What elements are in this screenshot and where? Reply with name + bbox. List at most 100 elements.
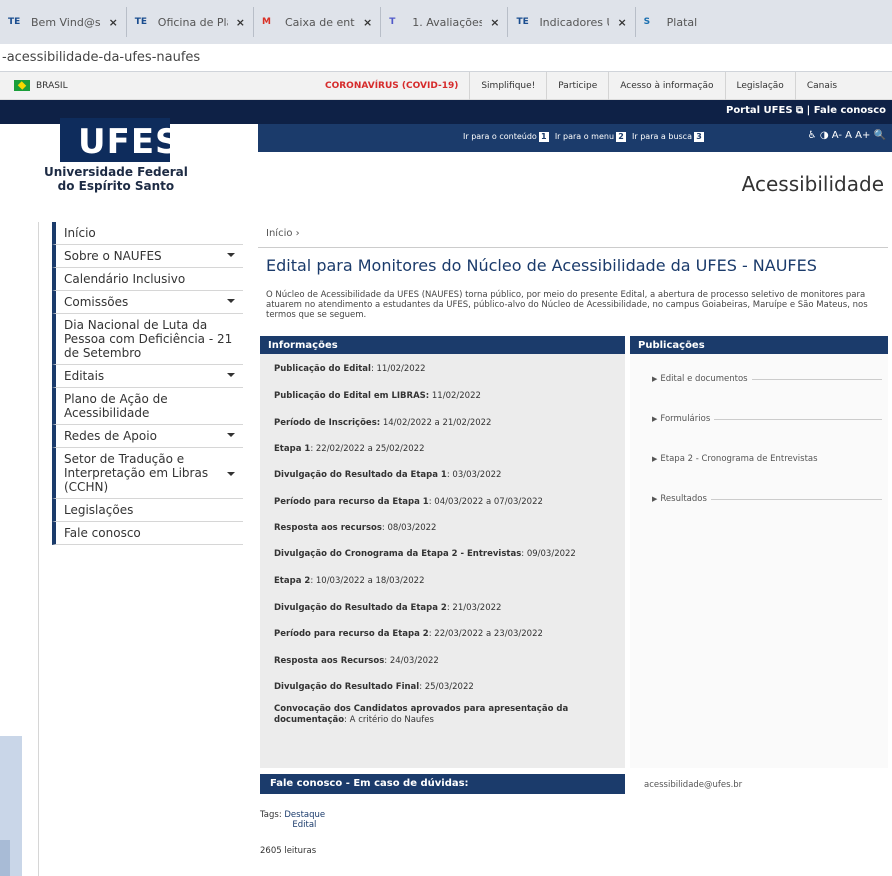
- tab-title: Indicadores U: [539, 15, 610, 29]
- tab-title: Bem Vind@s: [31, 15, 101, 29]
- browser-tab[interactable]: T 1. Avaliações ×: [381, 7, 509, 37]
- tags-label: Tags:: [260, 810, 282, 820]
- info-row: Convocação dos Candidatos aprovados para…: [274, 704, 569, 725]
- gov-link-participe[interactable]: Participe: [546, 72, 608, 100]
- sidebar-item-inicio[interactable]: Início: [52, 222, 243, 245]
- triangle-right-icon: ▶: [652, 415, 658, 423]
- tab-title: Oficina de Pla: [157, 15, 228, 29]
- chevron-down-icon: [227, 433, 235, 437]
- tab-title: Platal: [666, 15, 698, 29]
- gov-link-legislacao[interactable]: Legislação: [724, 72, 795, 100]
- tab-title: Caixa de entr: [285, 15, 355, 29]
- gov-link-canais[interactable]: Canais: [794, 72, 848, 100]
- sidebar-item-editais[interactable]: Editais: [52, 365, 243, 388]
- info-row: Etapa 1: 22/02/2022 a 25/02/2022: [274, 444, 425, 454]
- address-bar[interactable]: -acessibilidade-da-ufes-naufes: [0, 44, 892, 72]
- sidebar-item-calendario[interactable]: Calendário Inclusivo: [52, 268, 243, 291]
- info-row: Resposta aos recursos: 08/03/2022: [274, 523, 437, 533]
- university-name: Universidade Federal do Espírito Santo: [44, 165, 188, 193]
- site-favicon-icon: S: [643, 17, 651, 27]
- logo-text: UFES: [78, 122, 181, 162]
- chevron-down-icon: [227, 299, 235, 303]
- tag-link[interactable]: Destaque: [284, 810, 325, 820]
- sidebar-item-sobre[interactable]: Sobre o NAUFES: [52, 245, 243, 268]
- site-favicon-icon: TE: [516, 17, 529, 27]
- browser-tab[interactable]: TE Bem Vind@s ×: [0, 7, 127, 37]
- skip-links: Ir para o conteúdo 1 Ir para o menu 2 Ir p…: [463, 132, 704, 142]
- browser-tab[interactable]: M Caixa de entr ×: [254, 7, 382, 37]
- skip-link-menu[interactable]: Ir para o menu 2: [555, 132, 627, 142]
- intro-paragraph: O Núcleo de Acessibilidade da UFES (NAUF…: [266, 290, 868, 320]
- sidebar-item-redes[interactable]: Redes de Apoio: [52, 425, 243, 448]
- accessibility-bar: Ir para o conteúdo 1 Ir para o menu 2 Ir p…: [258, 124, 892, 152]
- sidebar-item-setor-libras[interactable]: Setor de Tradução e Interpretação em Lib…: [52, 448, 243, 499]
- page-title: Edital para Monitores do Núcleo de Acess…: [266, 256, 817, 275]
- close-icon[interactable]: ×: [236, 16, 245, 29]
- gmail-icon: M: [262, 17, 271, 27]
- tab-title: 1. Avaliações: [412, 15, 483, 29]
- triangle-right-icon: ▶: [652, 375, 658, 383]
- close-icon[interactable]: ×: [109, 16, 118, 29]
- url-text: -acessibilidade-da-ufes-naufes: [2, 50, 201, 65]
- browser-tab-bar: TE Bem Vind@s × TE Oficina de Pla × M Ca…: [0, 0, 892, 44]
- info-row: Publicação do Edital: 11/02/2022: [274, 364, 426, 374]
- info-panel: Informações Publicação do Edital: 11/02/…: [260, 336, 625, 768]
- info-row: Divulgação do Resultado da Etapa 2: 21/0…: [274, 603, 502, 613]
- ufes-logo[interactable]: UFES: [60, 116, 180, 164]
- site-title: Acessibilidade: [741, 172, 884, 196]
- triangle-right-icon: ▶: [652, 495, 658, 503]
- info-row: Divulgação do Cronograma da Etapa 2 - En…: [274, 549, 576, 559]
- breadcrumb[interactable]: Início ›: [258, 222, 888, 248]
- brasil-link[interactable]: BRASIL: [36, 81, 68, 91]
- site-favicon-icon: TE: [8, 17, 21, 27]
- gov-links: CORONAVÍRUS (COVID-19) Simplifique! Part…: [314, 72, 848, 100]
- close-icon[interactable]: ×: [490, 16, 499, 29]
- gov-link-simplifique[interactable]: Simplifique!: [469, 72, 546, 100]
- gov-link-acesso[interactable]: Acesso à informação: [608, 72, 724, 100]
- info-row: Divulgação do Resultado Final: 25/03/202…: [274, 682, 474, 692]
- sidebar-item-dia-nacional[interactable]: Dia Nacional de Luta da Pessoa com Defic…: [52, 314, 243, 365]
- contact-bar: Fale conosco - Em caso de dúvidas:: [260, 774, 625, 794]
- skip-link-content[interactable]: Ir para o conteúdo 1: [463, 132, 549, 142]
- teams-icon: T: [389, 17, 396, 27]
- info-row: Resposta aos Recursos: 24/03/2022: [274, 656, 439, 666]
- browser-tab[interactable]: TE Indicadores U ×: [508, 7, 636, 37]
- info-row: Período para recurso da Etapa 1: 04/03/2…: [274, 497, 543, 507]
- pub-item-cronograma[interactable]: ▶ Etapa 2 - Cronograma de Entrevistas: [652, 454, 882, 464]
- chevron-down-icon: [227, 472, 235, 476]
- info-row: Etapa 2: 10/03/2022 a 18/03/2022: [274, 576, 425, 586]
- brazil-flag-icon: [14, 80, 30, 91]
- chevron-down-icon: [227, 253, 235, 257]
- tag-link[interactable]: Edital: [284, 820, 325, 830]
- contact-email-link[interactable]: acessibilidade@ufes.br: [644, 780, 742, 790]
- gov-bar: BRASIL CORONAVÍRUS (COVID-19) Simplifiqu…: [0, 72, 892, 100]
- pub-item-resultados[interactable]: ▶ Resultados: [652, 494, 882, 504]
- main-content: Início › Edital para Monitores do Núcleo…: [258, 222, 888, 856]
- sidebar-item-legislacoes[interactable]: Legislações: [52, 499, 243, 522]
- skip-link-search[interactable]: Ir para a busca 3: [632, 132, 704, 142]
- sidebar-menu: Início Sobre o NAUFES Calendário Inclusi…: [38, 222, 243, 876]
- sidebar-item-plano[interactable]: Plano de Ação de Acessibilidade: [52, 388, 243, 425]
- info-row: Publicação do Edital em LIBRAS: 11/02/20…: [274, 391, 481, 401]
- sidebar-item-fale-conosco[interactable]: Fale conosco: [52, 522, 243, 545]
- browser-tab[interactable]: S Platal: [636, 7, 706, 37]
- triangle-right-icon: ▶: [652, 455, 658, 463]
- pub-item-formularios[interactable]: ▶ Formulários: [652, 414, 882, 424]
- info-row: Período de Inscrições: 14/02/2022 a 21/0…: [274, 418, 492, 428]
- publications-panel: Publicações ▶ Edital e documentos ▶ Formul…: [630, 336, 888, 768]
- close-icon[interactable]: ×: [363, 16, 372, 29]
- publications-heading: Publicações: [630, 336, 888, 354]
- accessibility-controls[interactable]: ♿ ◑ A- A A+ 🔍: [808, 130, 886, 141]
- info-row: Período para recurso da Etapa 2: 22/03/2…: [274, 629, 543, 639]
- chevron-down-icon: [227, 373, 235, 377]
- read-count: 2605 leituras: [260, 846, 317, 856]
- gov-link-covid[interactable]: CORONAVÍRUS (COVID-19): [314, 72, 469, 100]
- tags-section: Tags: Destaque Edital: [260, 810, 325, 830]
- info-heading: Informações: [260, 336, 625, 354]
- close-icon[interactable]: ×: [617, 16, 626, 29]
- site-favicon-icon: TE: [134, 17, 148, 27]
- browser-tab[interactable]: TE Oficina de Pla ×: [127, 7, 254, 37]
- pub-item-edital[interactable]: ▶ Edital e documentos: [652, 374, 882, 384]
- sidebar-item-comissoes[interactable]: Comissões: [52, 291, 243, 314]
- portal-links[interactable]: Portal UFES ⧉ | Fale conosco: [726, 105, 886, 116]
